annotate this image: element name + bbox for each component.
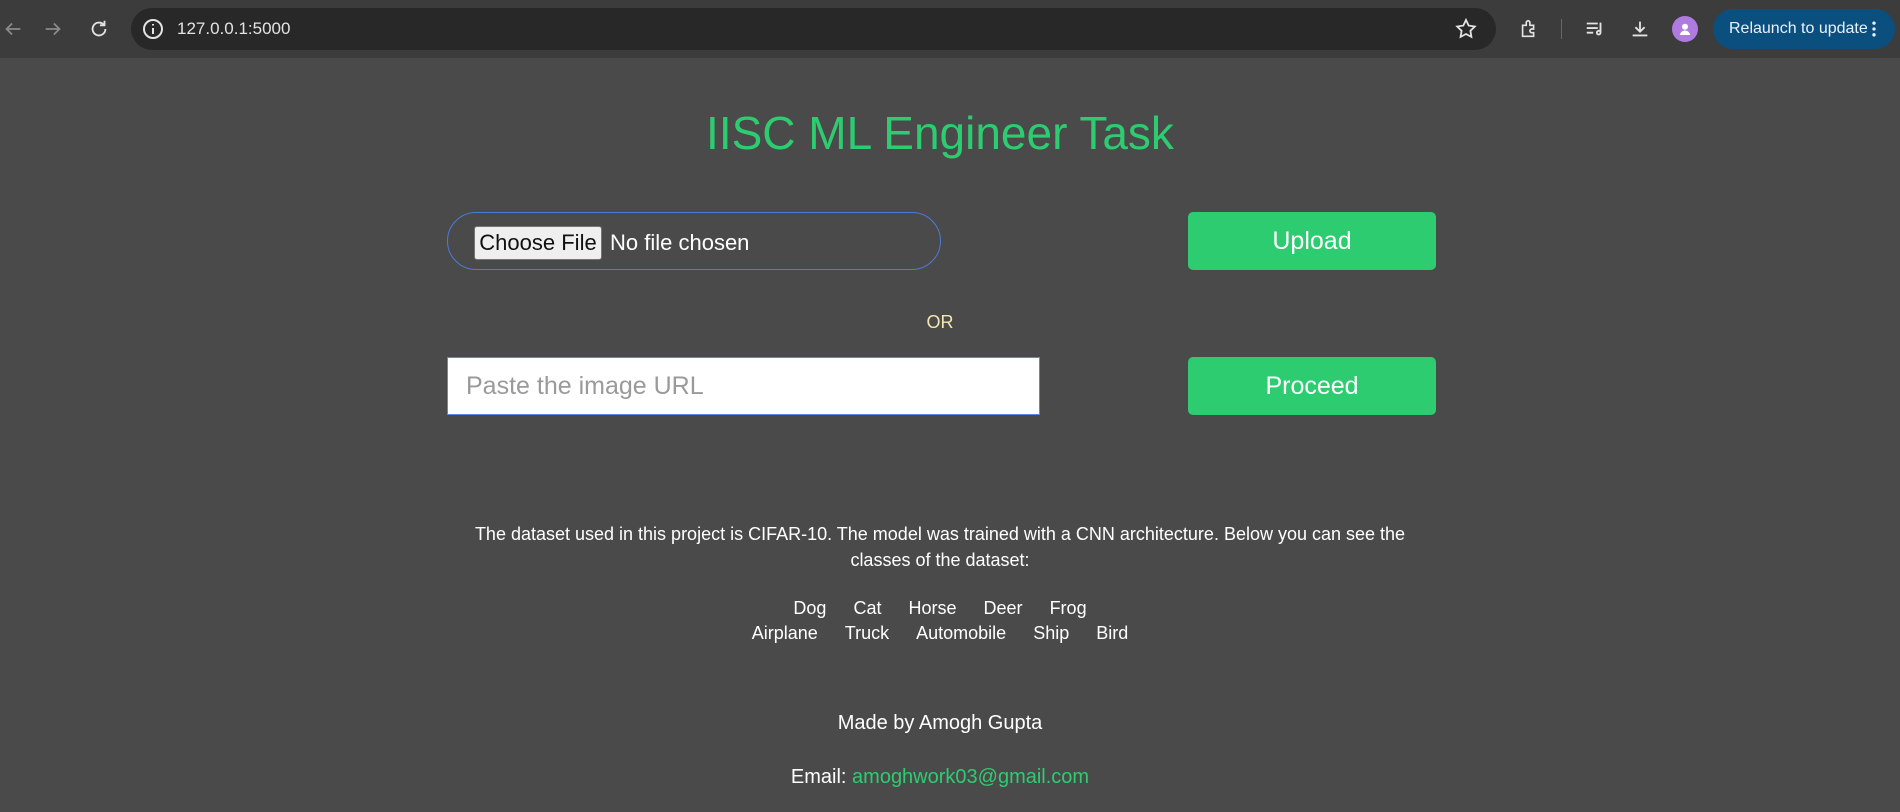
class-label: Airplane	[751, 623, 818, 643]
reading-list-icon[interactable]	[1582, 16, 1608, 42]
image-url-input[interactable]: Paste the image URL	[447, 357, 1040, 415]
relaunch-label: Relaunch to update	[1729, 20, 1868, 37]
site-info-icon[interactable]	[141, 17, 165, 41]
email-link[interactable]: amoghwork03@gmail.com	[852, 766, 1089, 788]
dataset-description: The dataset used in this project is CIFA…	[474, 524, 1406, 570]
class-label: Automobile	[916, 623, 1007, 643]
url-input-placeholder: Paste the image URL	[466, 372, 704, 400]
toolbar-separator	[1561, 19, 1562, 39]
download-icon[interactable]	[1627, 16, 1653, 42]
relaunch-to-update-button[interactable]: Relaunch to update	[1713, 9, 1895, 49]
extensions-icon[interactable]	[1516, 16, 1542, 42]
classes-row-1: Dog Cat Horse Deer Frog	[0, 596, 1880, 620]
browser-toolbar: 127.0.0.1:5000 Relaunch to update	[0, 0, 1900, 58]
more-vertical-icon[interactable]	[1863, 18, 1885, 40]
file-input[interactable]: Choose File No file chosen	[447, 212, 941, 270]
forward-arrow-icon[interactable]	[40, 16, 66, 42]
email-label: Email:	[790, 766, 847, 788]
bookmark-star-icon[interactable]	[1454, 17, 1478, 41]
page-title: IISC ML Engineer Task	[706, 107, 1174, 159]
upload-button[interactable]: Upload	[1188, 212, 1436, 270]
choose-file-button[interactable]: Choose File	[474, 226, 602, 260]
author-credit: Made by Amogh Gupta	[837, 712, 1043, 734]
class-label: Horse	[908, 598, 957, 618]
class-label: Frog	[1049, 598, 1087, 618]
class-label: Ship	[1033, 623, 1070, 643]
class-label: Cat	[853, 598, 882, 618]
file-status-text: No file chosen	[610, 230, 750, 255]
profile-avatar[interactable]	[1672, 16, 1698, 42]
class-label: Truck	[844, 623, 890, 643]
address-bar[interactable]: 127.0.0.1:5000	[131, 8, 1496, 50]
or-divider-text: OR	[926, 312, 954, 332]
class-label: Bird	[1096, 623, 1129, 643]
class-label: Deer	[983, 598, 1023, 618]
proceed-button[interactable]: Proceed	[1188, 357, 1436, 415]
reload-icon[interactable]	[86, 16, 112, 42]
back-arrow-icon[interactable]	[0, 16, 26, 42]
email-line: Email: amoghwork03@gmail.com	[0, 764, 1880, 790]
classes-row-2: Airplane Truck Automobile Ship Bird	[0, 621, 1880, 645]
url-text[interactable]: 127.0.0.1:5000	[177, 8, 290, 50]
class-label: Dog	[793, 598, 827, 618]
